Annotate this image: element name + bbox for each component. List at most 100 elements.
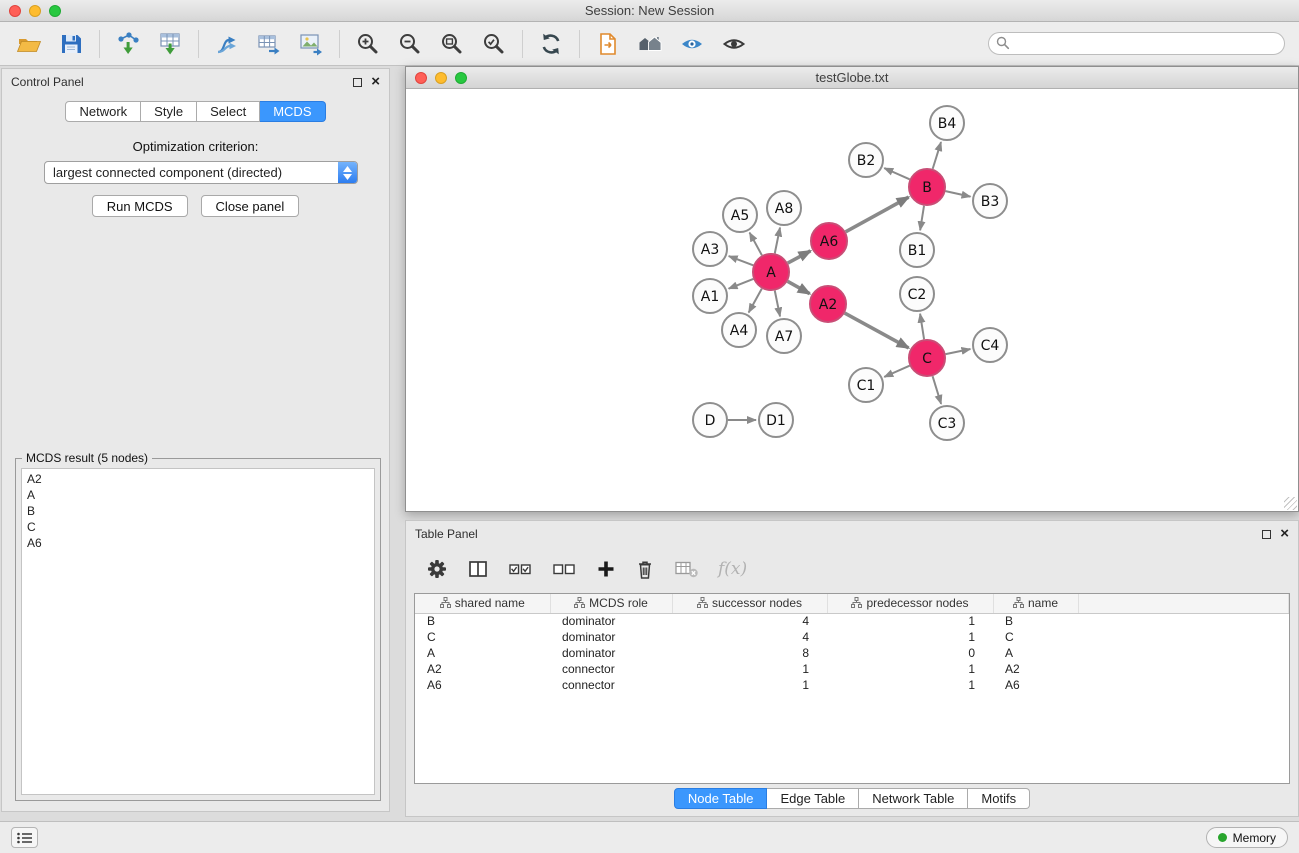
close-network-window-button[interactable] xyxy=(415,72,427,84)
graph-edge-C-C3[interactable] xyxy=(933,376,942,404)
table-tab-network-table[interactable]: Network Table xyxy=(859,788,968,809)
network-graph[interactable]: B4B2BB3A8A5A6B1A3AC2A1A2A4A7C4CC1C3DD1 xyxy=(406,89,1298,511)
memory-label: Memory xyxy=(1233,831,1276,845)
column-header-predecessor-nodes[interactable]: predecessor nodes xyxy=(827,594,993,613)
mcds-result-item[interactable]: C xyxy=(27,519,369,535)
node-table-container[interactable]: shared nameMCDS rolesuccessor nodesprede… xyxy=(414,593,1290,784)
zoom-in-button[interactable] xyxy=(349,26,387,62)
table-row[interactable]: Adominator80A xyxy=(415,645,1289,661)
plus-icon xyxy=(596,559,616,579)
function-builder-button[interactable]: f(x) xyxy=(718,559,747,579)
graph-edge-A-A1[interactable] xyxy=(729,279,754,289)
graph-edge-A-A3[interactable] xyxy=(729,256,754,265)
zoom-fit-icon xyxy=(439,31,465,57)
show-graphics-details-button[interactable] xyxy=(673,26,711,62)
zoom-network-window-button[interactable] xyxy=(455,72,467,84)
graph-node-label-A4: A4 xyxy=(730,323,749,339)
table-row[interactable]: A6connector11A6 xyxy=(415,677,1289,693)
table-row[interactable]: Cdominator41C xyxy=(415,629,1289,645)
mcds-result-item[interactable]: B xyxy=(27,503,369,519)
deselect-all-rows-button[interactable] xyxy=(552,558,577,580)
minimize-network-window-button[interactable] xyxy=(435,72,447,84)
close-panel-button[interactable]: Close panel xyxy=(201,195,300,217)
save-session-button[interactable] xyxy=(52,26,90,62)
graph-edge-B-B1[interactable] xyxy=(920,206,924,230)
graph-edge-A6-B[interactable] xyxy=(846,197,909,232)
float-panel-icon[interactable] xyxy=(353,78,362,87)
zoom-selected-button[interactable] xyxy=(475,26,513,62)
delete-row-button[interactable] xyxy=(635,558,655,580)
network-from-selection-button[interactable] xyxy=(208,26,246,62)
column-header-filler xyxy=(1078,594,1289,613)
minimize-window-button[interactable] xyxy=(29,5,41,17)
export-image-button[interactable] xyxy=(292,26,330,62)
table-settings-button[interactable] xyxy=(426,558,448,580)
table-row[interactable]: A2connector11A2 xyxy=(415,661,1289,677)
close-panel-icon[interactable]: × xyxy=(371,77,380,87)
graph-edge-A-A7[interactable] xyxy=(775,291,780,317)
select-all-rows-button[interactable] xyxy=(508,558,533,580)
delete-table-button[interactable] xyxy=(674,559,699,579)
mcds-result-item[interactable]: A2 xyxy=(27,471,369,487)
control-panel-tabs: NetworkStyleSelectMCDS xyxy=(2,101,389,122)
graph-edge-A-A2[interactable] xyxy=(788,281,810,293)
new-table-button[interactable] xyxy=(250,26,288,62)
column-header-successor-nodes[interactable]: successor nodes xyxy=(672,594,827,613)
graph-edge-A-A5[interactable] xyxy=(750,233,762,256)
zoom-window-button[interactable] xyxy=(49,5,61,17)
open-file-button[interactable] xyxy=(10,26,48,62)
mcds-result-title: MCDS result (5 nodes) xyxy=(22,451,152,465)
birds-eye-view-button[interactable] xyxy=(715,26,753,62)
graph-edge-C-C4[interactable] xyxy=(946,349,971,354)
add-row-button[interactable] xyxy=(596,559,616,579)
graph-edge-A-A8[interactable] xyxy=(775,228,780,254)
control-tab-select[interactable]: Select xyxy=(197,101,260,122)
mcds-result-list[interactable]: A2ABCA6 xyxy=(21,468,375,795)
export-document-button[interactable] xyxy=(589,26,627,62)
toolbar-separator xyxy=(198,30,199,58)
zoom-fit-button[interactable] xyxy=(433,26,471,62)
control-tab-network[interactable]: Network xyxy=(65,101,141,122)
close-table-panel-icon[interactable]: × xyxy=(1280,529,1289,539)
graph-edge-B-B3[interactable] xyxy=(946,191,971,197)
graph-edge-A-A4[interactable] xyxy=(749,289,762,313)
mcds-result-item[interactable]: A6 xyxy=(27,535,369,551)
task-history-button[interactable] xyxy=(11,827,38,848)
apply-layout-button[interactable] xyxy=(532,26,570,62)
control-tab-mcds[interactable]: MCDS xyxy=(260,101,325,122)
memory-button[interactable]: Memory xyxy=(1206,827,1288,848)
table-tab-node-table[interactable]: Node Table xyxy=(674,788,768,809)
table-cell: A xyxy=(993,645,1078,661)
column-header-name[interactable]: name xyxy=(993,594,1078,613)
optimization-criterion-select[interactable]: largest connected component (directed) xyxy=(44,161,358,184)
zoom-out-button[interactable] xyxy=(391,26,429,62)
graph-edge-B-B2[interactable] xyxy=(884,168,909,179)
network-window-titlebar[interactable]: testGlobe.txt xyxy=(406,67,1298,89)
network-canvas[interactable]: B4B2BB3A8A5A6B1A3AC2A1A2A4A7C4CC1C3DD1 xyxy=(406,89,1298,511)
table-tab-motifs[interactable]: Motifs xyxy=(968,788,1030,809)
graph-edge-C-C1[interactable] xyxy=(884,366,909,377)
close-window-button[interactable] xyxy=(9,5,21,17)
float-table-panel-icon[interactable] xyxy=(1262,530,1271,539)
graph-node-label-B2: B2 xyxy=(857,153,876,169)
table-row[interactable]: Bdominator41B xyxy=(415,613,1289,629)
fx-icon: f(x) xyxy=(718,559,747,579)
mcds-result-item[interactable]: A xyxy=(27,487,369,503)
table-tab-edge-table[interactable]: Edge Table xyxy=(767,788,859,809)
graph-edge-B-B4[interactable] xyxy=(933,142,941,169)
column-header-shared-name[interactable]: shared name xyxy=(415,594,550,613)
graph-edge-A2-C[interactable] xyxy=(845,313,909,348)
column-header-mcds-role[interactable]: MCDS role xyxy=(550,594,672,613)
graph-edge-A-A6[interactable] xyxy=(788,251,811,263)
control-tab-style[interactable]: Style xyxy=(141,101,197,122)
run-mcds-button[interactable]: Run MCDS xyxy=(92,195,188,217)
window-resize-grip[interactable] xyxy=(1284,497,1297,510)
import-table-from-file-button[interactable] xyxy=(151,26,189,62)
first-neighbors-button[interactable] xyxy=(631,26,669,62)
document-export-icon xyxy=(595,31,621,57)
search-input[interactable] xyxy=(988,32,1285,55)
graph-edge-C-C2[interactable] xyxy=(920,314,924,339)
import-network-from-file-button[interactable] xyxy=(109,26,147,62)
column-visibility-button[interactable] xyxy=(467,558,489,580)
table-arrow-icon xyxy=(256,31,282,57)
